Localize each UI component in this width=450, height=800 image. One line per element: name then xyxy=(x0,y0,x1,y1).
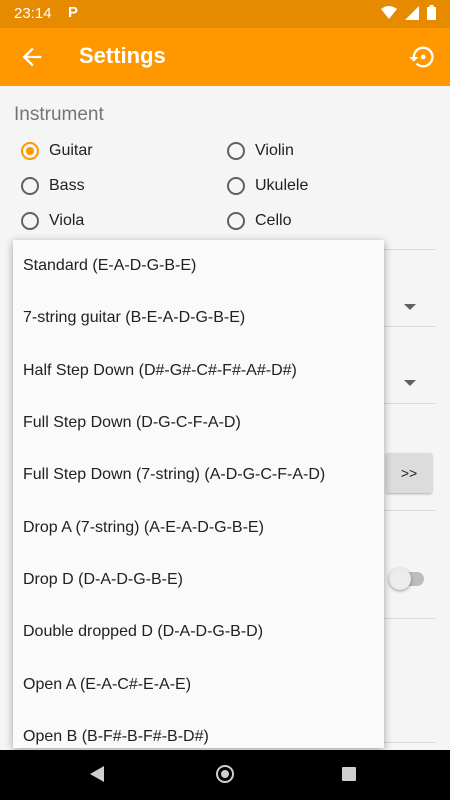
next-button[interactable]: >> xyxy=(386,453,432,493)
radio-bass[interactable]: Bass xyxy=(21,177,85,195)
toggle-knob xyxy=(389,568,411,590)
arrow-back-icon[interactable] xyxy=(18,43,46,71)
status-time: 23:14 xyxy=(14,5,52,22)
radio-guitar[interactable]: Guitar xyxy=(21,142,93,160)
dropdown-item[interactable]: Full Step Down (7-string) (A-D-G-C-F-A-D… xyxy=(13,449,384,501)
instrument-section-title: Instrument xyxy=(14,104,104,125)
radio-unselected-icon xyxy=(21,177,39,195)
radio-label: Ukulele xyxy=(255,177,309,194)
radio-label: Guitar xyxy=(49,142,93,159)
notification-p-icon: P xyxy=(68,4,79,21)
radio-unselected-icon xyxy=(21,212,39,230)
dropdown-item[interactable]: Open B (B-F#-B-F#-B-D#) xyxy=(13,711,384,748)
nav-recents-icon[interactable] xyxy=(342,767,356,781)
radio-unselected-icon xyxy=(227,142,245,160)
dropdown-item[interactable]: Double dropped D (D-A-D-G-B-D) xyxy=(13,606,384,658)
radio-label: Violin xyxy=(255,142,294,159)
nav-home-icon[interactable] xyxy=(216,765,234,783)
radio-label: Cello xyxy=(255,212,292,229)
dropdown-item[interactable]: 7-string guitar (B-E-A-D-G-B-E) xyxy=(13,292,384,344)
tuning-dropdown[interactable]: Standard (E-A-D-G-B-E) 7-string guitar (… xyxy=(13,240,384,748)
radio-ukulele[interactable]: Ukulele xyxy=(227,177,308,195)
toggle-switch[interactable] xyxy=(389,568,424,590)
dropdown-item[interactable]: Half Step Down (D#-G#-C#-F#-A#-D#) xyxy=(13,345,384,397)
dropdown-item[interactable]: Open A (E-A-C#-E-A-E) xyxy=(13,658,384,710)
dropdown-caret-icon[interactable] xyxy=(404,380,416,386)
wifi-icon xyxy=(381,5,397,19)
signal-icon xyxy=(405,5,419,20)
battery-icon xyxy=(427,5,436,20)
status-bar: 23:14 P xyxy=(0,0,450,28)
app-bar: Settings xyxy=(0,28,450,86)
dropdown-caret-icon[interactable] xyxy=(404,304,416,310)
dropdown-item[interactable]: Drop A (7-string) (A-E-A-D-G-B-E) xyxy=(13,501,384,553)
status-icons xyxy=(381,5,436,20)
radio-label: Viola xyxy=(49,212,85,229)
radio-unselected-icon xyxy=(227,177,245,195)
radio-viola[interactable]: Viola xyxy=(21,212,84,230)
dropdown-item[interactable]: Drop D (D-A-D-G-B-E) xyxy=(13,554,384,606)
page-title: Settings xyxy=(79,43,166,68)
radio-selected-icon xyxy=(21,142,39,160)
dropdown-item[interactable]: Full Step Down (D-G-C-F-A-D) xyxy=(13,397,384,449)
navigation-bar xyxy=(0,750,450,800)
restore-icon[interactable] xyxy=(408,43,436,71)
nav-back-icon[interactable] xyxy=(90,766,104,782)
dropdown-item[interactable]: Standard (E-A-D-G-B-E) xyxy=(13,240,384,292)
radio-label: Bass xyxy=(49,177,85,194)
radio-cello[interactable]: Cello xyxy=(227,212,291,230)
radio-unselected-icon xyxy=(227,212,245,230)
radio-violin[interactable]: Violin xyxy=(227,142,294,160)
